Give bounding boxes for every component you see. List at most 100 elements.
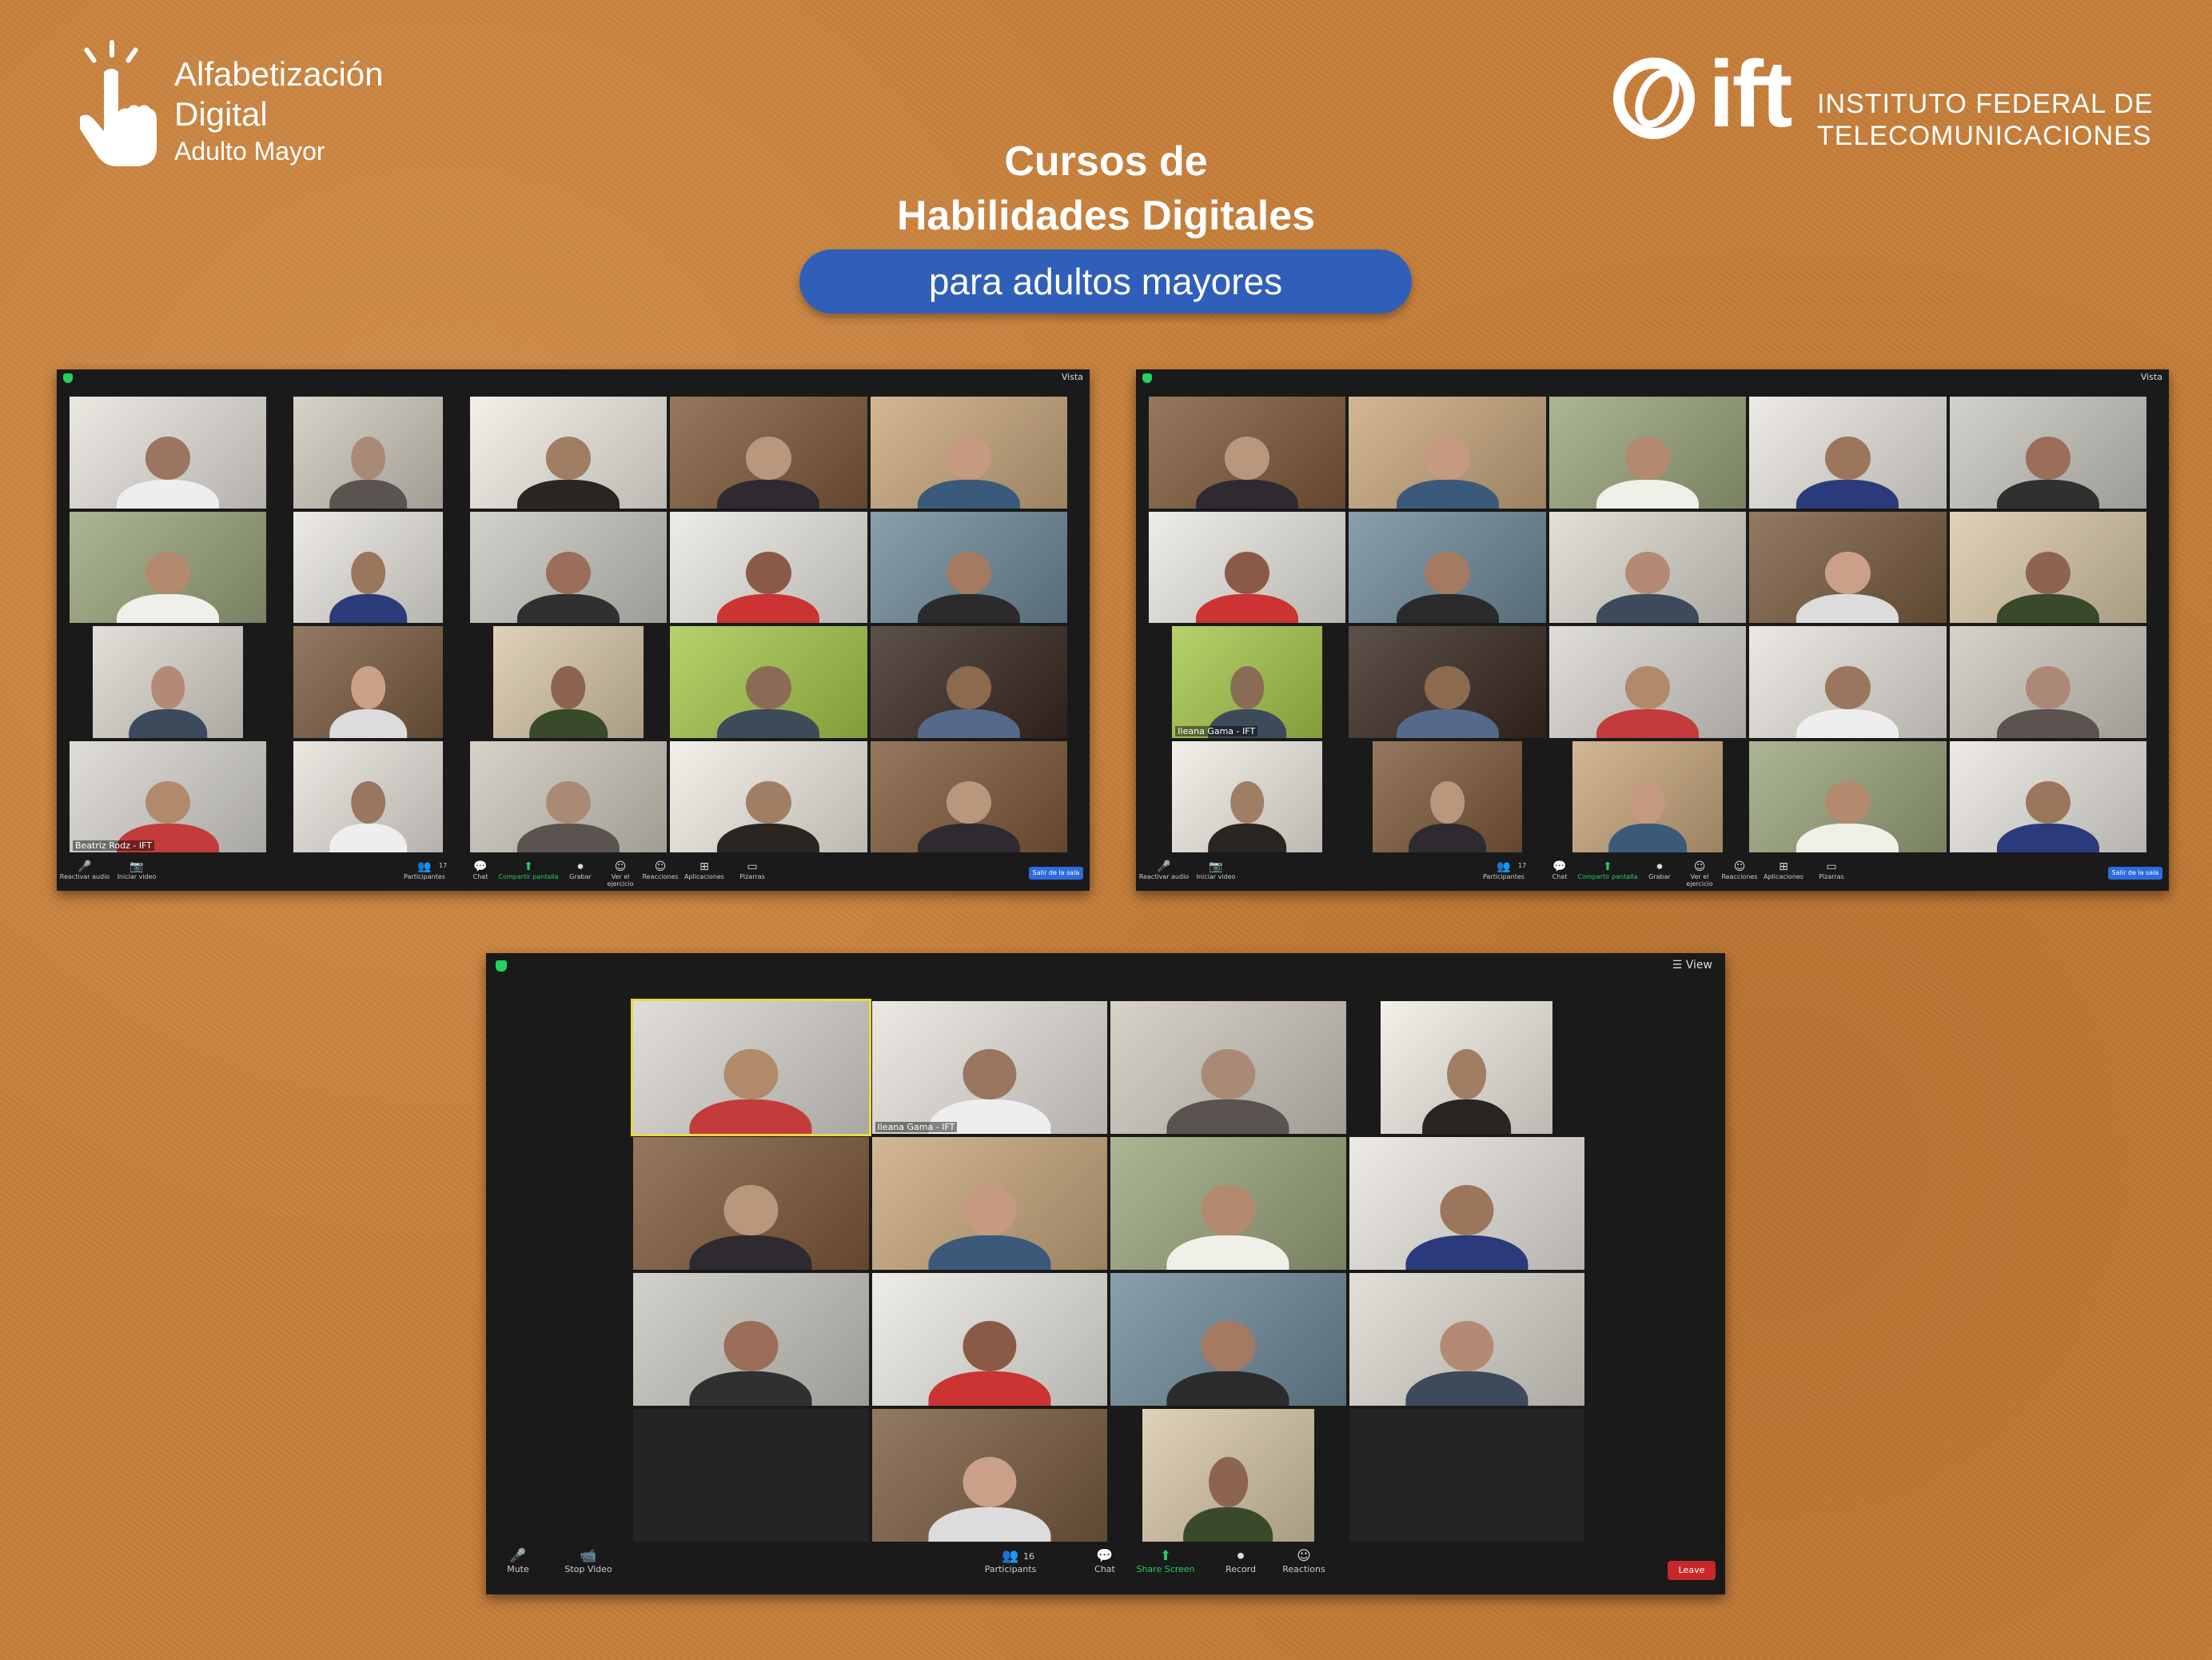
participant-video-tile[interactable]: [870, 740, 1067, 852]
video-button[interactable]: 📷 Iniciar video: [1192, 860, 1240, 880]
participant-video-tile[interactable]: [1381, 1001, 1553, 1134]
leave-room-button[interactable]: Salir de la sala: [1029, 867, 1083, 880]
participant-video-tile[interactable]: [1949, 626, 2146, 738]
participant-video-tile[interactable]: [469, 740, 668, 852]
participant-video-tile[interactable]: [293, 740, 444, 852]
participant-video-tile[interactable]: Ileana Gama - IFT: [1172, 626, 1323, 738]
participant-head: [946, 780, 991, 824]
participant-video-tile[interactable]: [670, 626, 867, 738]
record-label: Grabar: [1648, 873, 1671, 880]
more-label: Ver el ejercicio: [607, 873, 634, 888]
participant-video-tile[interactable]: [870, 511, 1067, 623]
participant-video-tile[interactable]: [70, 397, 267, 509]
participant-body: [717, 479, 820, 509]
participant-video-tile[interactable]: [1349, 511, 1546, 623]
participant-video-tile[interactable]: [670, 740, 867, 852]
participant-video-tile[interactable]: [1349, 626, 1546, 738]
participant-video-tile[interactable]: [1749, 511, 1947, 623]
apps-button[interactable]: ⊞ Aplicaciones: [1760, 860, 1807, 880]
whiteboard-button[interactable]: ▭ Pizarras: [1807, 860, 1855, 880]
participant-video-tile[interactable]: [633, 1137, 869, 1270]
security-shield-icon[interactable]: [496, 960, 507, 972]
participant-video-tile[interactable]: [1110, 1273, 1346, 1406]
security-shield-icon[interactable]: [63, 373, 73, 383]
participant-video-tile[interactable]: [1548, 626, 1747, 738]
participant-video-tile[interactable]: [1349, 397, 1546, 509]
participant-video-tile[interactable]: [1149, 511, 1346, 623]
more-button[interactable]: ☺ Ver el ejercicio: [600, 860, 640, 888]
participant-video-tile[interactable]: [871, 1137, 1107, 1270]
mute-button[interactable]: 🎤 Mute: [496, 1548, 540, 1574]
whiteboard-button[interactable]: ▭ Pizarras: [728, 860, 776, 880]
view-button[interactable]: Vista: [1062, 372, 1083, 382]
record-button[interactable]: ⏺ Record: [1217, 1548, 1265, 1574]
participant-video-tile[interactable]: Beatriz Rodz - IFT: [70, 740, 267, 852]
participant-video-tile[interactable]: [293, 511, 444, 623]
participant-video-tile[interactable]: [1349, 1273, 1584, 1406]
mute-button[interactable]: 🎤 Reactivar audio: [1136, 860, 1192, 880]
participant-video-tile[interactable]: [1949, 740, 2146, 852]
participant-video-tile[interactable]: [493, 626, 644, 738]
participant-video-tile[interactable]: [870, 397, 1067, 509]
participant-silhouette: [1405, 1174, 1528, 1270]
participant-video-tile[interactable]: [469, 511, 668, 623]
participant-video-tile[interactable]: [871, 1409, 1107, 1542]
participant-video-tile[interactable]: [293, 397, 444, 509]
leave-room-button[interactable]: Salir de la sala: [2108, 867, 2162, 880]
participant-body: [1408, 824, 1487, 852]
participant-silhouette: [529, 657, 608, 738]
participant-video-tile[interactable]: [631, 999, 871, 1136]
participant-video-tile[interactable]: [1548, 511, 1747, 623]
share-screen-button[interactable]: ⬆ Compartir pantalla: [496, 860, 560, 880]
view-button[interactable]: ☰ View: [1672, 959, 1712, 972]
stop-video-button[interactable]: 📹 Stop Video: [564, 1548, 612, 1574]
participant-body: [1396, 594, 1499, 623]
participant-video-tile[interactable]: [1949, 397, 2146, 509]
participant-head: [1430, 780, 1465, 824]
participant-video-tile[interactable]: [1749, 397, 1947, 509]
participant-video-tile[interactable]: [1749, 626, 1947, 738]
participant-video-tile[interactable]: [1149, 397, 1346, 509]
leave-button[interactable]: Leave: [1668, 1561, 1716, 1580]
participant-video-tile[interactable]: [93, 626, 244, 738]
participant-video-tile[interactable]: [1372, 740, 1523, 852]
participant-video-tile[interactable]: [1548, 397, 1747, 509]
participant-head: [963, 1320, 1017, 1372]
participant-video-tile[interactable]: [670, 511, 867, 623]
participant-video-tile[interactable]: [1572, 740, 1723, 852]
participant-body: [689, 1099, 812, 1134]
participant-video-tile[interactable]: [1172, 740, 1323, 852]
participant-video-tile[interactable]: [633, 1273, 869, 1406]
participant-video-tile[interactable]: [293, 626, 444, 738]
participant-video-tile[interactable]: [1110, 1137, 1346, 1270]
participant-video-tile[interactable]: [1349, 1137, 1584, 1270]
participant-video-tile[interactable]: [1749, 740, 1947, 852]
chat-button[interactable]: 💬 Chat: [464, 860, 496, 880]
participant-video-tile[interactable]: [871, 1273, 1107, 1406]
video-button[interactable]: 📷 Iniciar video: [113, 860, 161, 880]
share-screen-label: Compartir pantalla: [1577, 873, 1638, 880]
participant-body: [1183, 1507, 1273, 1542]
microphone-icon: 🎤: [509, 1548, 527, 1564]
participant-video-tile[interactable]: Ileana Gama - IFT: [871, 1001, 1107, 1134]
security-shield-icon[interactable]: [1142, 373, 1152, 383]
share-screen-button[interactable]: ⬆ Compartir pantalla: [1576, 860, 1640, 880]
view-button[interactable]: Vista: [2141, 372, 2162, 382]
apps-button[interactable]: ⊞ Aplicaciones: [680, 860, 728, 880]
participant-video-tile[interactable]: [1142, 1409, 1314, 1542]
reactions-button[interactable]: ☺ Reacciones: [640, 860, 680, 880]
chat-button[interactable]: 💬 Chat: [1544, 860, 1576, 880]
reactions-button[interactable]: ☺ Reactions: [1280, 1548, 1328, 1574]
record-button[interactable]: ⏺ Grabar: [560, 860, 600, 880]
participant-video-tile[interactable]: [70, 511, 267, 623]
participant-video-tile[interactable]: [1110, 1001, 1346, 1134]
reactions-button[interactable]: ☺ Reacciones: [1720, 860, 1760, 880]
participant-video-tile[interactable]: [670, 397, 867, 509]
record-button[interactable]: ⏺ Grabar: [1640, 860, 1680, 880]
participant-video-tile[interactable]: [1949, 511, 2146, 623]
more-button[interactable]: ☺ Ver el ejercicio: [1680, 860, 1720, 888]
participant-video-tile[interactable]: [870, 626, 1067, 738]
participant-video-tile[interactable]: [469, 397, 668, 509]
share-screen-button[interactable]: ⬆ Share Screen: [1126, 1548, 1206, 1574]
mute-button[interactable]: 🎤 Reactivar audio: [57, 860, 113, 880]
